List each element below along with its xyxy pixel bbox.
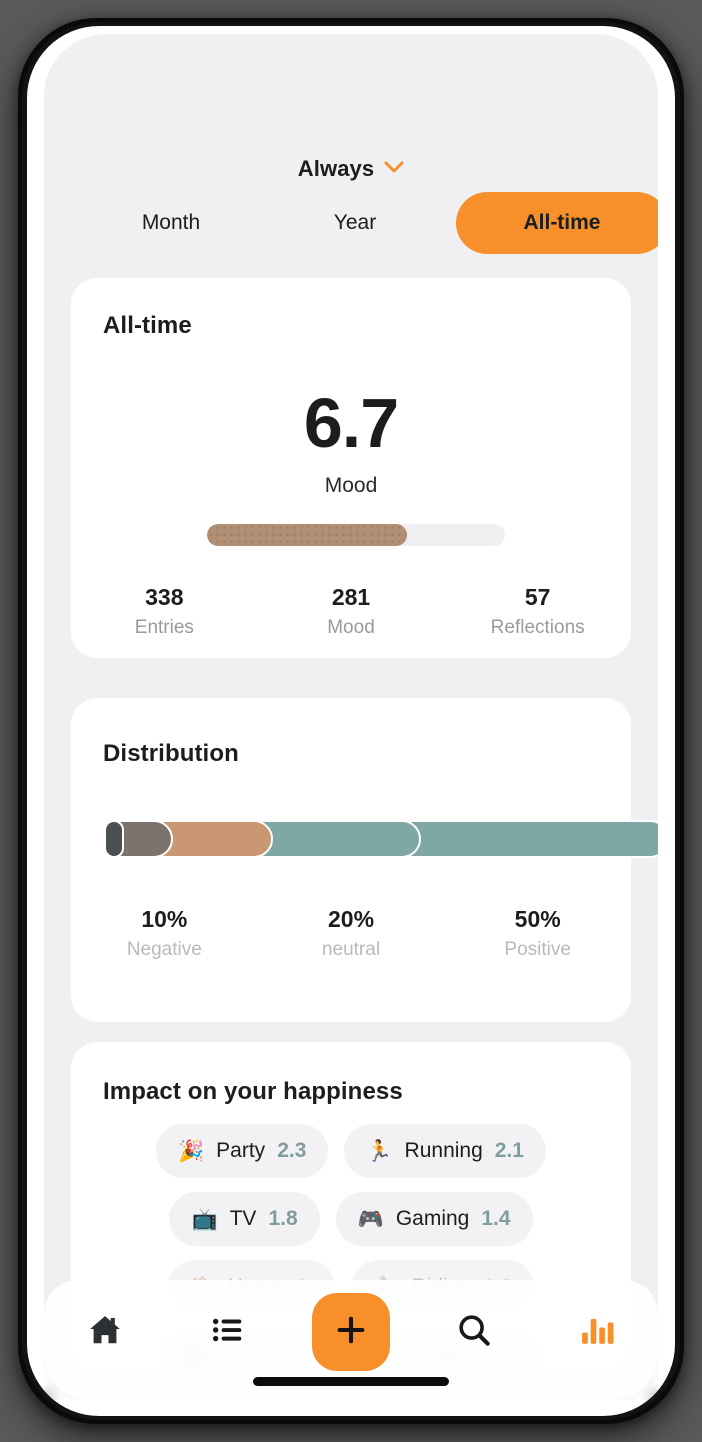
party-popper-icon: 🎉 — [178, 1139, 205, 1163]
impact-chip-label: Gaming — [395, 1207, 470, 1230]
phone-body: Always Month Year All-time All-time 6.7 … — [27, 26, 675, 1416]
runner-icon: 🏃 — [366, 1139, 393, 1163]
distribution-card-title: Distribution — [103, 740, 239, 767]
stat-mood: 281 Mood — [258, 584, 445, 639]
period-dropdown-label: Always — [297, 156, 375, 181]
mood-score: 6.7 — [303, 384, 399, 462]
impact-chip[interactable]: 🎉 Party 2.3 — [156, 1124, 329, 1178]
nav-item-home[interactable] — [44, 1280, 167, 1384]
list-icon — [209, 1311, 247, 1354]
home-indicator — [253, 1377, 449, 1386]
summary-card: All-time 6.7 Mood 338 Entries 281 Mood 5… — [71, 278, 631, 658]
nav-item-list[interactable] — [167, 1280, 290, 1384]
mood-progress-fill — [207, 524, 407, 546]
television-icon: 📺 — [191, 1207, 218, 1231]
stat-reflections-label: Reflections — [490, 617, 585, 638]
summary-stats-row: 338 Entries 281 Mood 57 Reflections — [71, 584, 631, 639]
game-controller-icon: 🎮 — [357, 1207, 384, 1231]
dstat-neutral-value: 20% — [327, 906, 375, 932]
distribution-stats-row: 10% Negative 20% neutral 50% Positive — [71, 906, 631, 961]
chevron-down-icon — [384, 160, 404, 178]
stat-mood-label: Mood — [327, 617, 375, 638]
plus-icon — [332, 1311, 370, 1354]
bottom-nav-items — [44, 1280, 658, 1384]
impact-chip-value: 1.8 — [268, 1207, 298, 1230]
impact-chip[interactable]: 🎮 Gaming 1.4 — [335, 1192, 533, 1246]
nav-item-stats[interactable] — [535, 1280, 658, 1384]
app-screen: Always Month Year All-time All-time 6.7 … — [44, 34, 658, 1400]
summary-card-title: All-time — [103, 312, 192, 339]
dstat-positive: 50% Positive — [444, 906, 631, 961]
mood-score-label: Mood — [324, 474, 378, 497]
period-tabs: Month Year All-time — [44, 192, 658, 264]
impact-card-title: Impact on your happiness — [103, 1078, 403, 1105]
bar-chart-icon — [578, 1311, 616, 1354]
impact-chip-label: TV — [229, 1207, 257, 1230]
home-icon — [86, 1311, 124, 1354]
dstat-neutral-label: neutral — [321, 939, 381, 960]
impact-chip-label: Party — [216, 1139, 266, 1162]
stat-mood-value: 281 — [331, 584, 371, 610]
impact-chip-value: 2.3 — [277, 1139, 307, 1162]
stat-reflections: 57 Reflections — [444, 584, 631, 639]
mood-progress-track — [207, 524, 505, 546]
impact-chip-row: 📺 TV 1.8 🎮 Gaming 1.4 — [71, 1192, 631, 1246]
impact-chip-value: 1.4 — [481, 1207, 511, 1230]
stat-entries-label: Entries — [134, 617, 194, 638]
add-entry-button[interactable] — [311, 1293, 390, 1371]
bottom-nav — [44, 1280, 658, 1400]
tab-month[interactable]: Month — [88, 192, 254, 254]
stat-entries-value: 338 — [145, 584, 184, 610]
impact-chip-value: 2.1 — [494, 1139, 524, 1162]
impact-chip-row: 🎉 Party 2.3 🏃 Running 2.1 — [71, 1124, 631, 1178]
period-dropdown[interactable]: Always — [44, 156, 658, 182]
search-icon — [455, 1311, 493, 1354]
dstat-positive-value: 50% — [514, 906, 561, 932]
impact-chip-label: Running — [404, 1139, 483, 1162]
dstat-positive-label: Positive — [504, 939, 571, 960]
distribution-segment — [104, 820, 124, 858]
stat-entries: 338 Entries — [71, 584, 258, 639]
tab-all-time[interactable]: All-time — [456, 192, 658, 254]
impact-chip[interactable]: 🏃 Running 2.1 — [344, 1124, 546, 1178]
dstat-negative-label: Negative — [126, 939, 202, 960]
nav-item-search[interactable] — [412, 1280, 535, 1384]
distribution-bar — [104, 820, 658, 858]
impact-chip[interactable]: 📺 TV 1.8 — [169, 1192, 320, 1246]
stat-reflections-value: 57 — [524, 584, 551, 610]
tab-year[interactable]: Year — [272, 192, 438, 254]
dstat-negative: 10% Negative — [71, 906, 258, 961]
dstat-negative-value: 10% — [141, 906, 188, 932]
dstat-neutral: 20% neutral — [258, 906, 445, 961]
distribution-card: Distribution 10% Negative 20% neutral 50… — [71, 698, 658, 1022]
nav-item-add[interactable] — [290, 1280, 413, 1384]
